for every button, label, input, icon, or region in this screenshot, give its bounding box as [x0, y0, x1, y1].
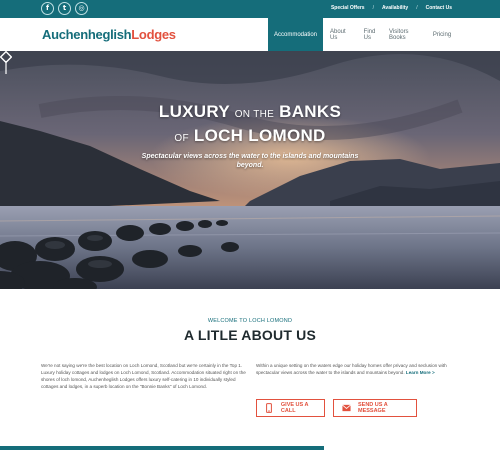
nav-item-pricing[interactable]: Pricing [426, 18, 458, 51]
hero-title-luxury: LUXURY [158, 102, 230, 121]
section-title: A LITLE ABOUT US [183, 327, 317, 343]
hero-subtitle: Spectacular views across the water to th… [141, 153, 359, 169]
site-logo[interactable]: AuchenheglishLodges [42, 27, 176, 42]
twitter-icon[interactable]: t [58, 2, 71, 15]
contact-us-link[interactable]: Contact Us [426, 5, 452, 11]
logo-part1: Auchenheglish [42, 27, 132, 42]
section-eyebrow: WELCOME TO LOCH LOMOND [207, 318, 293, 324]
call-button-label: GIVE US A CALL [280, 402, 309, 414]
send-message-button[interactable]: SEND US A MESSAGE [333, 399, 417, 417]
availability-link[interactable]: Availability [382, 5, 408, 11]
separator: / [416, 5, 418, 11]
facebook-icon[interactable]: f [41, 2, 54, 15]
site-header: AuchenheglishLodges Accommodation About … [0, 18, 500, 51]
scroll-down-marker-icon[interactable] [0, 51, 12, 74]
social-links: f t ◎ [41, 2, 88, 15]
about-text-right: Within a unique setting on the waters ed… [256, 362, 461, 376]
logo-part2: Lodges [131, 27, 176, 42]
call-button[interactable]: GIVE US A CALL [256, 399, 325, 417]
hero-title-on-the: ON THE [234, 109, 275, 120]
instagram-icon[interactable]: ◎ [75, 2, 88, 15]
separator: / [372, 5, 374, 11]
learn-more-link[interactable]: Learn More > [406, 370, 435, 375]
hero-title-loch-lomond: LOCH LOMOND [193, 126, 326, 145]
top-links: Special Offers / Availability / Contact … [331, 5, 452, 11]
nav-item-find-us[interactable]: Find Us [357, 18, 382, 51]
hero-banner: LUXURY ON THE BANKS OF LOCH LOMOND Spect… [0, 51, 500, 289]
hero-landscape-image [0, 51, 500, 289]
special-offers-link[interactable]: Special Offers [331, 5, 365, 11]
top-utility-bar: f t ◎ Special Offers / Availability / Co… [0, 0, 500, 18]
main-nav: Accommodation About Us Find Us Visitors … [268, 18, 458, 51]
phone-icon [265, 403, 274, 413]
section-bottom-bar [0, 446, 324, 450]
nav-item-visitors-books[interactable]: Visitors Books [382, 18, 426, 51]
nav-item-about-us[interactable]: About Us [323, 18, 357, 51]
send-message-button-label: SEND US A MESSAGE [358, 402, 388, 414]
hero-title-banks: BANKS [279, 102, 342, 121]
envelope-icon [342, 403, 351, 413]
about-text-left: We're not saying we're the best location… [41, 363, 246, 389]
nav-item-accommodation[interactable]: Accommodation [268, 18, 323, 51]
hero-title: LUXURY ON THE BANKS OF LOCH LOMOND [0, 101, 500, 149]
hero-title-of: OF [174, 133, 189, 144]
